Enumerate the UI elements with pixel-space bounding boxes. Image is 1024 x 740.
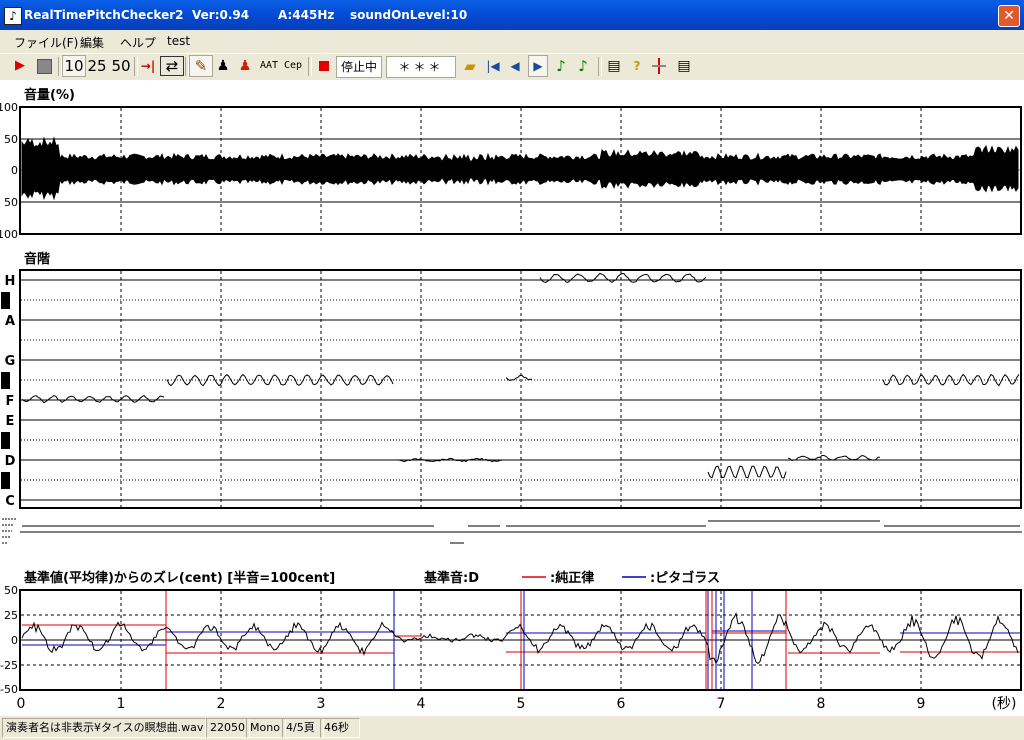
folder-open-icon[interactable]: ▰: [460, 56, 480, 76]
volume-tick-50-top: 50: [4, 133, 18, 146]
cep-button[interactable]: Cep: [282, 56, 304, 76]
split-icon[interactable]: [650, 56, 668, 76]
volume-tick-100-bottom: 100: [0, 228, 18, 241]
piano-black-key: [1, 432, 10, 449]
stop-icon[interactable]: [34, 56, 54, 76]
help-icon[interactable]: ?: [628, 56, 646, 76]
volume-title: 音量(%): [24, 87, 75, 103]
status-indicator: 停止中: [336, 56, 382, 78]
skip-end-icon[interactable]: →|: [138, 56, 158, 76]
note-label-g: G: [5, 354, 16, 369]
next-icon[interactable]: ▶: [528, 55, 548, 77]
time-label-1: 1: [117, 696, 126, 712]
time-label-5: 5: [517, 696, 526, 712]
scale-title: 音階: [24, 251, 50, 267]
app-version: Ver:0.94: [192, 8, 250, 22]
time-label-9: 9: [917, 696, 926, 712]
time-label-0: 0: [17, 696, 26, 712]
deviation-tick-50: 50: [4, 584, 18, 597]
time-label-4: 4: [417, 696, 426, 712]
volume-tick-50-bottom: 50: [4, 196, 18, 209]
violin-icon[interactable]: ✎: [189, 55, 213, 77]
person-icon[interactable]: ♟: [214, 56, 232, 76]
print-icon[interactable]: ▤: [604, 56, 624, 76]
menu-bar: ファイル(F) 編集 ヘルプ test: [0, 30, 1024, 52]
play-icon[interactable]: ▶: [10, 56, 30, 76]
menu-edit[interactable]: 編集: [80, 34, 104, 51]
deviation-tick-minus-50: -50: [0, 683, 18, 696]
main-content: 音量(%) 100 50 0 50 100 音階 H A G F E D C 基…: [0, 80, 1024, 716]
note-display: ＊＊＊: [386, 56, 456, 78]
deviation-title: 基準値(平均律)からのズレ(cent) [半音=100cent]: [23, 570, 335, 586]
menu-file[interactable]: ファイル(F): [14, 34, 78, 51]
deviation-tick-0: 0: [11, 634, 18, 647]
note-label-a: A: [5, 314, 15, 329]
loop-icon[interactable]: ⇄: [160, 56, 184, 76]
legend-pythagorean-label: :ピタゴラス: [650, 570, 720, 586]
record-icon[interactable]: [316, 56, 332, 76]
piano-black-key: [1, 372, 10, 389]
time-label-6: 6: [617, 696, 626, 712]
zoom-25-button[interactable]: 25: [86, 56, 108, 76]
deviation-tick-25: 25: [4, 609, 18, 622]
time-unit-label: (秒): [992, 696, 1017, 712]
aat-button[interactable]: AAT: [258, 56, 280, 76]
piano-black-key: [1, 292, 10, 309]
piano-black-key: [1, 472, 10, 489]
status-duration: 46秒: [320, 718, 360, 738]
person-red-icon[interactable]: ♟: [236, 56, 254, 76]
status-channels: Mono: [246, 718, 286, 738]
first-icon[interactable]: |◀: [484, 56, 502, 76]
sound-on-level: soundOnLevel:10: [350, 8, 468, 22]
zoom-10-button[interactable]: 10: [62, 55, 86, 77]
scale-plot-frame: [19, 269, 1022, 509]
menu-help[interactable]: ヘルプ: [120, 34, 156, 51]
reference-note: 基準音:D: [423, 570, 479, 586]
title-bar: ♪ RealTimePitchChecker2 Ver:0.94 A:445Hz…: [0, 0, 1024, 30]
note-icon[interactable]: ♪: [552, 56, 570, 76]
note-label-f: F: [6, 394, 15, 409]
app-note-icon[interactable]: ♪: [4, 7, 22, 25]
toolbar: ▶ 10 25 50 →| ⇄ ✎ ♟ ♟ AAT Cep 停止中 ＊＊＊ ▰ …: [0, 53, 1024, 81]
printer-icon[interactable]: ▤: [674, 56, 694, 76]
note-alt-icon[interactable]: ♪: [574, 56, 592, 76]
status-file: 演奏者名は非表示¥タイスの瞑想曲.wav: [2, 718, 206, 738]
close-button[interactable]: ✕: [998, 5, 1020, 27]
time-label-7: 7: [717, 696, 726, 712]
volume-tick-100-top: 100: [0, 101, 18, 114]
note-label-h: H: [5, 274, 16, 289]
time-label-8: 8: [817, 696, 826, 712]
note-label-e: E: [6, 414, 15, 429]
status-page: 4/5頁: [282, 718, 324, 738]
status-sample-rate: 22050: [206, 718, 250, 738]
status-bar: 演奏者名は非表示¥タイスの瞑想曲.wav 22050 Mono 4/5頁 46秒: [0, 716, 1024, 740]
app-name: RealTimePitchChecker2: [24, 8, 184, 22]
note-label-c: C: [5, 494, 15, 509]
note-label-d: D: [5, 454, 16, 469]
menu-test[interactable]: test: [167, 34, 190, 48]
legend-just-label: :純正律: [550, 570, 594, 586]
deviation-tick-minus-25: -25: [0, 659, 18, 672]
volume-tick-0: 0: [11, 164, 18, 177]
prev-icon[interactable]: ◀: [506, 56, 524, 76]
a-frequency: A:445Hz: [278, 8, 335, 22]
zoom-50-button[interactable]: 50: [110, 56, 132, 76]
time-label-2: 2: [217, 696, 226, 712]
time-label-3: 3: [317, 696, 326, 712]
